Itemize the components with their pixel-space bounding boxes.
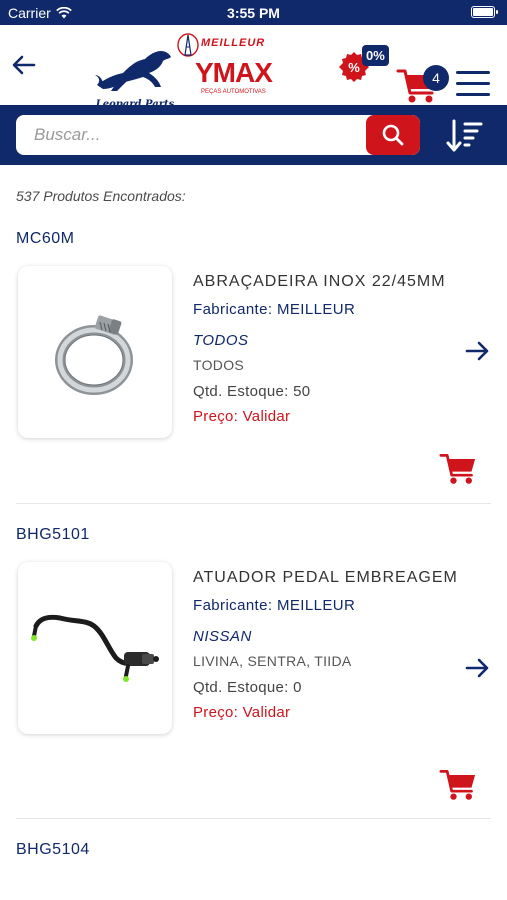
product-brand: TODOS [193,332,249,349]
product-item[interactable]: BHG5101 ATUADOR PEDAL EMBREAGEM Fabrican… [16,526,491,819]
back-arrow-icon[interactable] [10,51,38,79]
product-code: BHG5101 [16,526,90,543]
product-manufacturer: Fabricante: MEILLEUR [193,301,356,318]
product-card: ATUADOR PEDAL EMBREAGEM Fabricante: MEIL… [16,544,491,800]
product-code: MC60M [16,230,75,247]
product-card: ABRAÇADEIRA INOX 22/45MM Fabricante: MEI… [16,248,491,484]
product-info: ABRAÇADEIRA INOX 22/45MM Fabricante: MEI… [193,270,463,425]
leopard-icon [95,51,171,91]
status-time: 3:55 PM [227,5,280,21]
arrow-right-icon[interactable] [465,656,491,680]
search-input[interactable] [16,115,366,155]
product-item[interactable]: MC60M ABRAÇADEIRA INOX 22/45MM Fabricant… [16,230,491,504]
product-price: Preço: Validar [193,704,291,721]
ymax-subtitle: PEÇAS AUTOMOTIVAS [201,89,266,95]
meilleur-wordmark: MEILLEUR [201,37,266,49]
product-stock: Qtd. Estoque: 50 [193,383,311,400]
search-button[interactable] [366,115,420,155]
app-header: Leopard Parts MEILLEUR YMAX PEÇAS AUTOMO… [0,25,507,110]
battery-icon [471,6,498,18]
add-to-cart-icon[interactable] [439,450,477,486]
ymax-wordmark: YMAX [195,57,273,88]
product-item[interactable]: BHG5104 [16,841,491,859]
product-manufacturer: Fabricante: MEILLEUR [193,597,356,614]
meilleur-ymax-logo: MEILLEUR YMAX PEÇAS AUTOMOTIVAS [177,33,287,105]
product-info: ATUADOR PEDAL EMBREAGEM Fabricante: MEIL… [193,566,463,721]
product-name: ABRAÇADEIRA INOX 22/45MM [193,273,446,290]
search-icon [382,124,404,146]
divider [16,503,491,504]
product-price: Preço: Validar [193,408,291,425]
product-models: TODOS [193,357,245,373]
status-bar: Carrier 3:55 PM [0,0,507,25]
clutch-line-image [31,614,159,682]
promotions-button[interactable]: % 0% [334,37,394,87]
product-list: 537 Produtos Encontrados: MC60M ABRAÇADE… [0,188,507,859]
sort-icon[interactable] [445,119,485,153]
product-image[interactable] [18,562,172,734]
results-count: 537 Produtos Encontrados: [16,188,186,204]
arrow-right-icon[interactable] [465,339,491,363]
product-stock: Qtd. Estoque: 0 [193,679,302,696]
product-name: ATUADOR PEDAL EMBREAGEM [193,569,458,586]
hose-clamp-image [55,315,133,395]
add-to-cart-icon[interactable] [439,766,477,802]
hamburger-menu-icon[interactable] [456,71,490,101]
svg-text:%: % [348,60,360,75]
search-bar [0,105,507,165]
product-brand: NISSAN [193,628,252,645]
product-code: BHG5104 [16,841,90,858]
product-models: LIVINA, SENTRA, TIIDA [193,653,352,669]
cart-count-badge: 4 [423,65,449,91]
promo-percent-badge: 0% [362,45,389,66]
search-field [16,115,420,155]
product-image[interactable] [18,266,172,438]
divider [16,818,491,819]
